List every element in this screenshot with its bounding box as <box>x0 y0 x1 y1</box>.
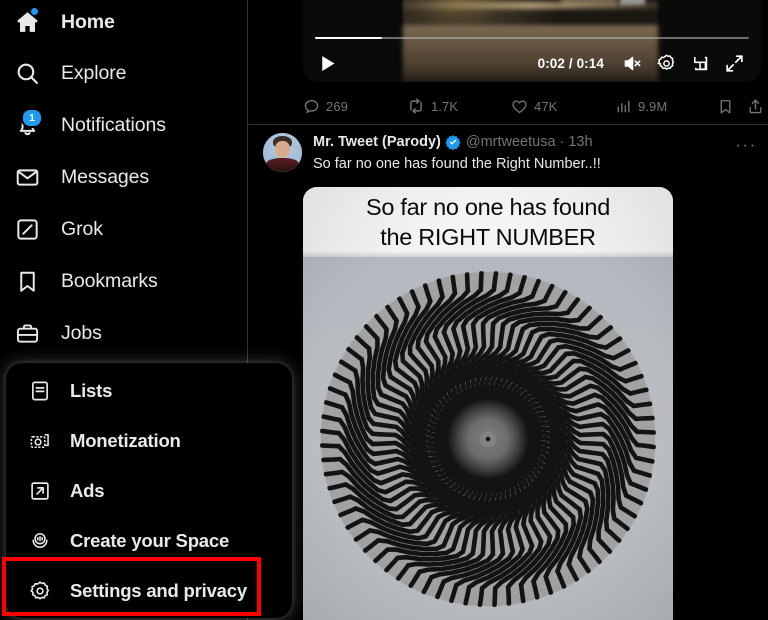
sidebar-item-label: Jobs <box>61 321 102 344</box>
author-handle[interactable]: @mrtweetusa <box>466 134 556 150</box>
x-twitter-app: Home Explore 1 Notifications Messages Gr… <box>0 0 768 620</box>
list-icon <box>28 379 52 403</box>
video-progress-fill <box>315 37 382 39</box>
money-icon <box>28 429 52 453</box>
tweet-timestamp[interactable]: 13h <box>568 134 592 150</box>
view-count: 9.9M <box>638 98 668 114</box>
sidebar-item-jobs[interactable]: Jobs <box>10 311 102 355</box>
like-count: 47K <box>534 98 558 114</box>
menu-item-label: Ads <box>70 480 105 501</box>
verified-badge-icon <box>445 134 461 150</box>
like-button[interactable]: 47K <box>511 92 557 120</box>
picture-in-picture-icon[interactable] <box>683 48 717 78</box>
retweet-button[interactable]: 1.7K <box>407 92 458 120</box>
sidebar-item-label: Home <box>61 10 115 33</box>
avatar[interactable] <box>263 133 302 172</box>
menu-item-lists[interactable]: Lists <box>6 366 292 416</box>
menu-item-label: Monetization <box>70 430 181 451</box>
reply-button[interactable]: 269 <box>303 92 348 120</box>
tweet-header: Mr. Tweet (Parody) @mrtweetusa · 13h <box>313 134 593 150</box>
more-menu-dropdown: Lists Monetization Ads Create your Space <box>6 363 292 618</box>
video-controls-right: 0:02 / 0:14 <box>538 48 761 78</box>
sidebar-item-label: Messages <box>61 165 150 188</box>
reply-count: 269 <box>326 98 348 114</box>
author-display-name[interactable]: Mr. Tweet (Parody) <box>313 134 441 150</box>
sidebar-item-notifications[interactable]: 1 Notifications <box>10 103 166 147</box>
retweet-count: 1.7K <box>431 98 459 114</box>
sidebar-item-bookmarks[interactable]: Bookmarks <box>10 259 158 303</box>
share-button[interactable] <box>747 92 764 120</box>
arrow-out-box-icon <box>28 479 52 503</box>
meme-caption-line-2: the RIGHT NUMBER <box>380 224 596 250</box>
sidebar-item-explore[interactable]: Explore <box>10 51 127 95</box>
handle-time-separator: · <box>559 134 565 150</box>
mute-button[interactable] <box>615 48 649 78</box>
views-button[interactable]: 9.9M <box>615 92 667 120</box>
more-options-icon[interactable]: ··· <box>732 136 760 154</box>
home-badge-dot <box>31 8 38 15</box>
sidebar-item-label: Explore <box>61 61 127 84</box>
video-player[interactable]: 0:02 / 0:14 <box>303 0 761 82</box>
video-progress-bar[interactable] <box>315 37 749 39</box>
sidebar-item-label: Grok <box>61 217 103 240</box>
meme-caption-line-1: So far no one has found <box>366 194 610 220</box>
envelope-icon <box>10 162 44 192</box>
meme-caption: So far no one has found the RIGHT NUMBER <box>303 187 673 257</box>
notifications-badge: 1 <box>21 108 43 128</box>
engagement-bar: 269 1.7K 47K 9.9M <box>303 92 764 120</box>
fullscreen-icon[interactable] <box>717 48 751 78</box>
spiral-optical-illusion <box>320 270 656 607</box>
bookmark-icon <box>10 266 44 296</box>
menu-item-monetization[interactable]: Monetization <box>6 416 292 466</box>
video-controls-bar: 0:02 / 0:14 <box>303 44 761 82</box>
sidebar-item-label: Notifications <box>61 113 166 136</box>
play-button[interactable] <box>317 53 338 74</box>
tweet-body-text: So far no one has found the Right Number… <box>313 156 601 172</box>
menu-item-label: Lists <box>70 380 113 401</box>
bookmark-button[interactable] <box>717 92 734 120</box>
sidebar-item-grok[interactable]: Grok <box>10 207 103 251</box>
briefcase-icon <box>10 318 44 348</box>
grok-icon <box>10 214 44 244</box>
sidebar-item-messages[interactable]: Messages <box>10 155 149 199</box>
sidebar-item-label: Bookmarks <box>61 269 158 292</box>
tweet-image[interactable]: So far no one has found the RIGHT NUMBER <box>303 187 673 620</box>
gear-icon <box>28 579 52 603</box>
home-icon <box>10 7 44 37</box>
search-icon <box>10 58 44 88</box>
video-time-display: 0:02 / 0:14 <box>537 55 604 71</box>
menu-item-label: Create your Space <box>70 530 230 551</box>
menu-item-label: Settings and privacy <box>70 580 247 601</box>
section-divider <box>249 124 768 125</box>
gear-icon[interactable] <box>649 48 683 78</box>
sidebar-item-home[interactable]: Home <box>10 0 115 44</box>
meme-illusion-area <box>303 257 673 620</box>
menu-item-settings-and-privacy[interactable]: Settings and privacy <box>6 566 292 616</box>
spiral-illusion-svg <box>320 270 656 607</box>
bell-icon: 1 <box>10 108 44 140</box>
main-content-column: 0:02 / 0:14 269 1.7K 47K 9.9M Mr. Tweet … <box>249 0 768 620</box>
menu-item-create-your-space[interactable]: Create your Space <box>6 516 292 566</box>
microphone-icon <box>28 529 52 553</box>
menu-item-ads[interactable]: Ads <box>6 466 292 516</box>
